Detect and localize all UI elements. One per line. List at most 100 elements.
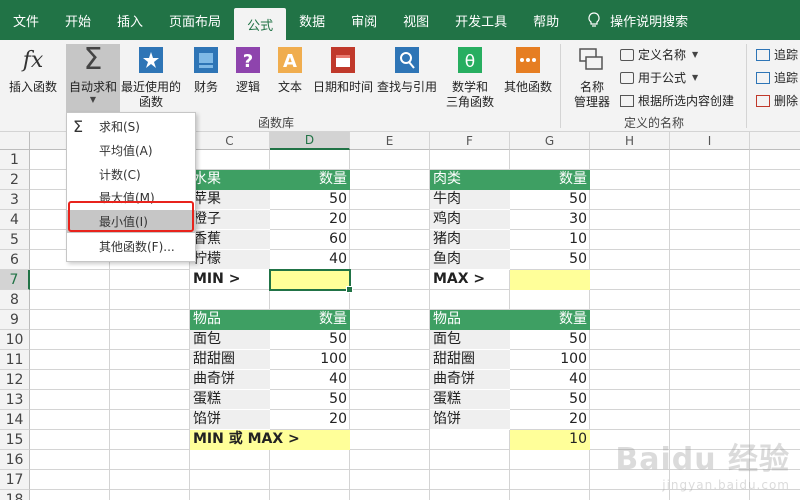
tell-me-search[interactable]: 操作说明搜索 <box>572 0 688 40</box>
define-name-button[interactable]: 定义名称 ▼ <box>620 46 698 63</box>
row-header[interactable]: 13 <box>0 390 30 410</box>
table-header-cell[interactable]: 水果 <box>190 170 270 190</box>
table-cell[interactable]: 20 <box>270 410 350 430</box>
table-cell[interactable]: 面包 <box>190 330 270 350</box>
tab-review[interactable]: 审阅 <box>338 0 390 40</box>
row-header[interactable]: 14 <box>0 410 30 430</box>
column-header-c[interactable]: C <box>190 132 270 150</box>
table-header-cell[interactable]: 数量 <box>510 170 590 190</box>
table-cell[interactable]: 50 <box>270 390 350 410</box>
table-cell[interactable]: 50 <box>270 330 350 350</box>
row-header[interactable]: 10 <box>0 330 30 350</box>
table-cell[interactable]: 甜甜圈 <box>190 350 270 370</box>
row-header[interactable]: 3 <box>0 190 30 210</box>
row-header[interactable]: 15 <box>0 430 30 450</box>
column-header-g[interactable]: G <box>510 132 590 150</box>
column-header-f[interactable]: F <box>430 132 510 150</box>
table-cell[interactable]: 100 <box>270 350 350 370</box>
row-header[interactable]: 7 <box>0 270 30 290</box>
column-header-h[interactable]: H <box>590 132 670 150</box>
tab-view[interactable]: 视图 <box>390 0 442 40</box>
math-trig-button[interactable]: θ 数学和 三角函数 <box>440 44 500 110</box>
insert-function-button[interactable]: fx 插入函数 <box>4 44 62 95</box>
table-cell[interactable]: 50 <box>510 250 590 270</box>
table-header-cell[interactable]: 数量 <box>270 310 350 330</box>
table-cell[interactable]: 猪肉 <box>430 230 510 250</box>
table-cell[interactable]: 20 <box>510 410 590 430</box>
table-cell[interactable]: 20 <box>270 210 350 230</box>
create-from-selection-button[interactable]: 根据所选内容创建 <box>620 92 734 109</box>
table-cell[interactable]: 馅饼 <box>190 410 270 430</box>
trace-dependents-button[interactable]: 追踪 <box>756 69 798 86</box>
menu-item-more-functions[interactable]: 其他函数(F)... <box>67 235 195 258</box>
row-header[interactable]: 2 <box>0 170 30 190</box>
table-cell[interactable]: 蛋糕 <box>190 390 270 410</box>
column-header-j[interactable] <box>750 132 800 150</box>
row-header[interactable]: 18 <box>0 490 30 500</box>
max-label-cell[interactable]: MAX > <box>430 270 510 290</box>
table-cell[interactable]: 60 <box>270 230 350 250</box>
trace-precedents-button[interactable]: 追踪 <box>756 46 798 63</box>
table-header-cell[interactable]: 肉类 <box>430 170 510 190</box>
table-cell[interactable]: 甜甜圈 <box>430 350 510 370</box>
result-cell[interactable]: 10 <box>510 430 590 450</box>
tab-insert[interactable]: 插入 <box>104 0 156 40</box>
row-header[interactable]: 9 <box>0 310 30 330</box>
more-functions-button[interactable]: 其他函数 <box>500 44 556 95</box>
table-header-cell[interactable]: 物品 <box>430 310 510 330</box>
table-cell[interactable]: 苹果 <box>190 190 270 210</box>
tab-file[interactable]: 文件 <box>0 0 52 40</box>
table-header-cell[interactable]: 数量 <box>510 310 590 330</box>
select-all-corner[interactable] <box>0 132 30 150</box>
datetime-button[interactable]: 日期和时间 <box>312 44 374 95</box>
table-cell[interactable]: 曲奇饼 <box>190 370 270 390</box>
table-cell[interactable]: 鱼肉 <box>430 250 510 270</box>
tab-developer[interactable]: 开发工具 <box>442 0 520 40</box>
use-in-formula-button[interactable]: 用于公式 ▼ <box>620 69 698 86</box>
table-cell[interactable]: 曲奇饼 <box>430 370 510 390</box>
row-header[interactable]: 4 <box>0 210 30 230</box>
active-cell-selection[interactable] <box>269 269 353 293</box>
table-cell[interactable]: 50 <box>270 190 350 210</box>
menu-item-average[interactable]: 平均值(A) <box>67 139 195 162</box>
table-cell[interactable]: 50 <box>510 190 590 210</box>
row-header[interactable]: 17 <box>0 470 30 490</box>
table-cell[interactable]: 50 <box>510 390 590 410</box>
column-header-e[interactable]: E <box>350 132 430 150</box>
table-cell[interactable]: 100 <box>510 350 590 370</box>
table-cell[interactable]: 40 <box>270 370 350 390</box>
table-cell[interactable]: 蛋糕 <box>430 390 510 410</box>
tab-help[interactable]: 帮助 <box>520 0 572 40</box>
row-header[interactable]: 1 <box>0 150 30 170</box>
menu-item-sum[interactable]: Σ 求和(S) <box>67 115 195 138</box>
table-cell[interactable]: 香蕉 <box>190 230 270 250</box>
recent-functions-button[interactable]: 最近使用的 函数 <box>120 44 182 110</box>
tab-formulas[interactable]: 公式 <box>234 8 287 40</box>
table-cell[interactable]: 柠檬 <box>190 250 270 270</box>
menu-item-count[interactable]: 计数(C) <box>67 163 195 186</box>
logical-button[interactable]: ? 逻辑 <box>228 44 268 95</box>
table-cell[interactable]: 面包 <box>430 330 510 350</box>
remove-arrows-button[interactable]: 删除 <box>756 92 798 109</box>
column-header-d[interactable]: D <box>270 132 350 150</box>
tab-data[interactable]: 数据 <box>286 0 338 40</box>
table-cell[interactable]: 40 <box>510 370 590 390</box>
table-cell[interactable]: 10 <box>510 230 590 250</box>
row-header[interactable]: 8 <box>0 290 30 310</box>
table-header-cell[interactable]: 数量 <box>270 170 350 190</box>
tab-home[interactable]: 开始 <box>52 0 104 40</box>
table-cell[interactable]: 50 <box>510 330 590 350</box>
min-or-max-label-cell[interactable]: MIN 或 MAX > <box>190 430 350 450</box>
column-header-i[interactable]: I <box>670 132 750 150</box>
row-header[interactable]: 11 <box>0 350 30 370</box>
autosum-button[interactable]: Σ 自动求和 ▼ <box>66 44 120 112</box>
table-cell[interactable]: 30 <box>510 210 590 230</box>
table-header-cell[interactable]: 物品 <box>190 310 270 330</box>
tab-page-layout[interactable]: 页面布局 <box>156 0 234 40</box>
text-button[interactable]: A 文本 <box>270 44 310 95</box>
row-header[interactable]: 12 <box>0 370 30 390</box>
row-header[interactable]: 6 <box>0 250 30 270</box>
table-cell[interactable]: 鸡肉 <box>430 210 510 230</box>
table-cell[interactable]: 牛肉 <box>430 190 510 210</box>
row-header[interactable]: 16 <box>0 450 30 470</box>
